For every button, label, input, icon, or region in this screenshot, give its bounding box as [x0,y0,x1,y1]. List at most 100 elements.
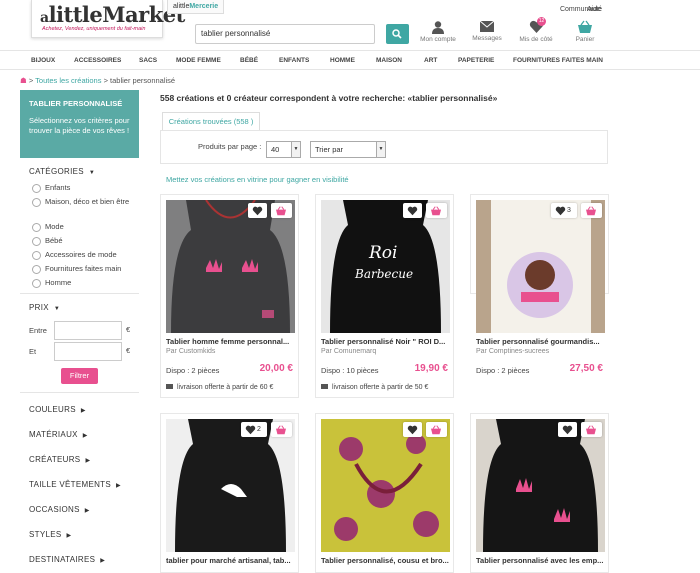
nav-mode-femme[interactable]: MODE FEMME [176,57,221,64]
heart-icon [407,425,418,435]
product-seller[interactable]: Par Customkids [166,348,215,355]
filter-destinataires[interactable]: DESTINATAIRES ▶ [29,555,105,564]
product-title[interactable]: Tablier personnalisé, cousu et bro... [321,556,453,565]
favorite-button[interactable] [558,422,577,437]
basket-icon [276,206,286,216]
nav-art[interactable]: ART [424,57,437,64]
option-homme[interactable]: Homme [32,278,137,288]
favorite-button[interactable] [403,203,422,218]
help-link[interactable]: Aide [587,6,601,13]
basket-icon [431,425,441,435]
breadcrumb-all-link[interactable]: Toutes les créations [35,76,101,85]
add-to-cart-button[interactable] [426,422,447,437]
favorite-button[interactable] [403,422,422,437]
per-page-select[interactable]: 40 ▼ [266,141,301,158]
heart-icon [562,425,573,435]
nav-sacs[interactable]: SACS [139,57,157,64]
account-button[interactable]: Mon compte [417,20,459,43]
price-min-input[interactable] [54,321,122,340]
price-toggle[interactable]: PRIX ▼ [29,303,60,312]
filter-materiaux[interactable]: MATÉRIAUX ▶ [29,430,88,439]
search-button[interactable] [386,24,409,44]
favorite-button[interactable] [248,203,267,218]
product-image[interactable] [321,419,450,552]
filter-couleurs[interactable]: COULEURS ▶ [29,405,86,414]
product-card[interactable]: Tablier personnalisé avec les emp... [470,413,609,573]
product-title[interactable]: Tablier personnalisé avec les emp... [476,556,608,565]
categories-toggle[interactable]: CATÉGORIES ▼ [29,167,95,176]
nav-bebe[interactable]: BÉBÉ [240,57,258,64]
sort-select[interactable]: Trier par ▼ [310,141,386,158]
product-card[interactable]: 3 Tablier personnalisé gourmandis... Par… [470,194,609,375]
product-card[interactable]: Tablier personnalisé, cousu et bro... [315,413,454,573]
add-to-cart-button[interactable] [426,203,447,218]
logo-tagline: Achetez, Vendez, uniquement du fait-main [42,26,146,32]
filter-occasions[interactable]: OCCASIONS ▶ [29,505,90,514]
caret-right-icon: ▶ [85,458,91,464]
product-image[interactable] [166,419,295,552]
category-nav: BIJOUX ACCESSOIRES SACS MODE FEMME BÉBÉ … [0,50,700,70]
product-stock: Dispo : 10 pièces [321,366,379,375]
top-bar: alittleMarket Achetez, Vendez, uniquemen… [0,0,700,50]
nav-bijoux[interactable]: BIJOUX [31,57,55,64]
option-fournitures[interactable]: Fournitures faites main [32,264,137,274]
price-max-input[interactable] [54,342,122,361]
option-enfants[interactable]: Enfants [32,183,137,193]
caret-right-icon: ▶ [116,483,121,489]
add-to-cart-button[interactable] [581,422,602,437]
product-image[interactable]: Roi Barbecue [321,200,450,333]
per-page-label: Produits par page : [198,142,262,151]
product-image[interactable] [476,200,605,333]
nav-papeterie[interactable]: PAPETERIE [458,57,494,64]
site-logo[interactable]: alittleMarket Achetez, Vendez, uniquemen… [31,0,185,38]
saved-count-badge: 12 [537,17,546,26]
add-to-cart-button[interactable] [271,203,292,218]
caret-right-icon: ▶ [80,408,86,414]
product-title[interactable]: Tablier homme femme personnal... [166,337,298,346]
search-input[interactable]: tablier personnalisé [195,24,375,44]
nav-homme[interactable]: HOMME [330,57,355,64]
product-stock: Dispo : 2 pièces [476,366,530,375]
nav-enfants[interactable]: ENFANTS [279,57,309,64]
product-card[interactable]: Roi Barbecue Tablier personnalisé Noir " … [315,194,454,398]
favorite-button[interactable]: 3 [551,203,577,218]
filter-styles[interactable]: STYLES ▶ [29,530,71,539]
promo-link[interactable]: Mettez vos créations en vitrine pour gag… [166,175,349,184]
caret-right-icon: ▶ [66,533,72,539]
product-seller[interactable]: Par Comunemarq [321,348,376,355]
nav-accessoires[interactable]: ACCESSOIRES [74,57,121,64]
option-maison[interactable]: Maison, déco et bien être [32,197,137,207]
product-card[interactable]: Tablier homme femme personnal... Par Cus… [160,194,299,398]
messages-button[interactable]: Messages [467,20,507,42]
add-to-cart-button[interactable] [271,422,292,437]
product-seller[interactable]: Par Comptines-sucrees [476,348,549,355]
basket-icon [276,425,286,435]
cart-button[interactable]: Panier [568,20,602,43]
tab-creations[interactable]: Créations trouvées (558 ) [162,112,260,130]
product-title[interactable]: Tablier personnalisé gourmandis... [476,337,608,346]
nav-maison[interactable]: MAISON [376,57,402,64]
filter-taille[interactable]: TAILLE VÊTEMENTS ▶ [29,480,121,489]
mercerie-link[interactable]: alittleMercerie [167,0,225,14]
home-icon[interactable]: ☗ [20,76,27,85]
favorite-count: 2 [257,426,261,433]
basket-icon [586,425,596,435]
product-image[interactable] [166,200,295,333]
option-bebe[interactable]: Bébé [32,236,137,246]
mail-icon [479,20,495,32]
nav-fournitures[interactable]: FOURNITURES FAITES MAIN [513,57,603,64]
saved-items-button[interactable]: 12 Mis de côté [515,17,557,43]
filter-createurs[interactable]: CRÉATEURS ▶ [29,455,90,464]
option-mode[interactable]: Mode [32,222,137,232]
product-title[interactable]: Tablier personnalisé Noir " ROI D... [321,337,453,346]
add-to-cart-button[interactable] [581,203,602,218]
breadcrumb: ☗ > Toutes les créations > tablier perso… [20,76,176,85]
favorite-button[interactable]: 2 [241,422,267,437]
favorite-count: 3 [567,207,571,214]
product-title[interactable]: tablier pour marché artisanal, tab... [166,556,298,565]
option-accessoires[interactable]: Accessoires de mode [32,250,137,260]
filter-button[interactable]: Filtrer [61,368,98,384]
product-card[interactable]: 2 tablier pour marché artisanal, tab... [160,413,299,573]
product-image[interactable] [476,419,605,552]
chevron-down-icon: ▼ [291,142,300,157]
